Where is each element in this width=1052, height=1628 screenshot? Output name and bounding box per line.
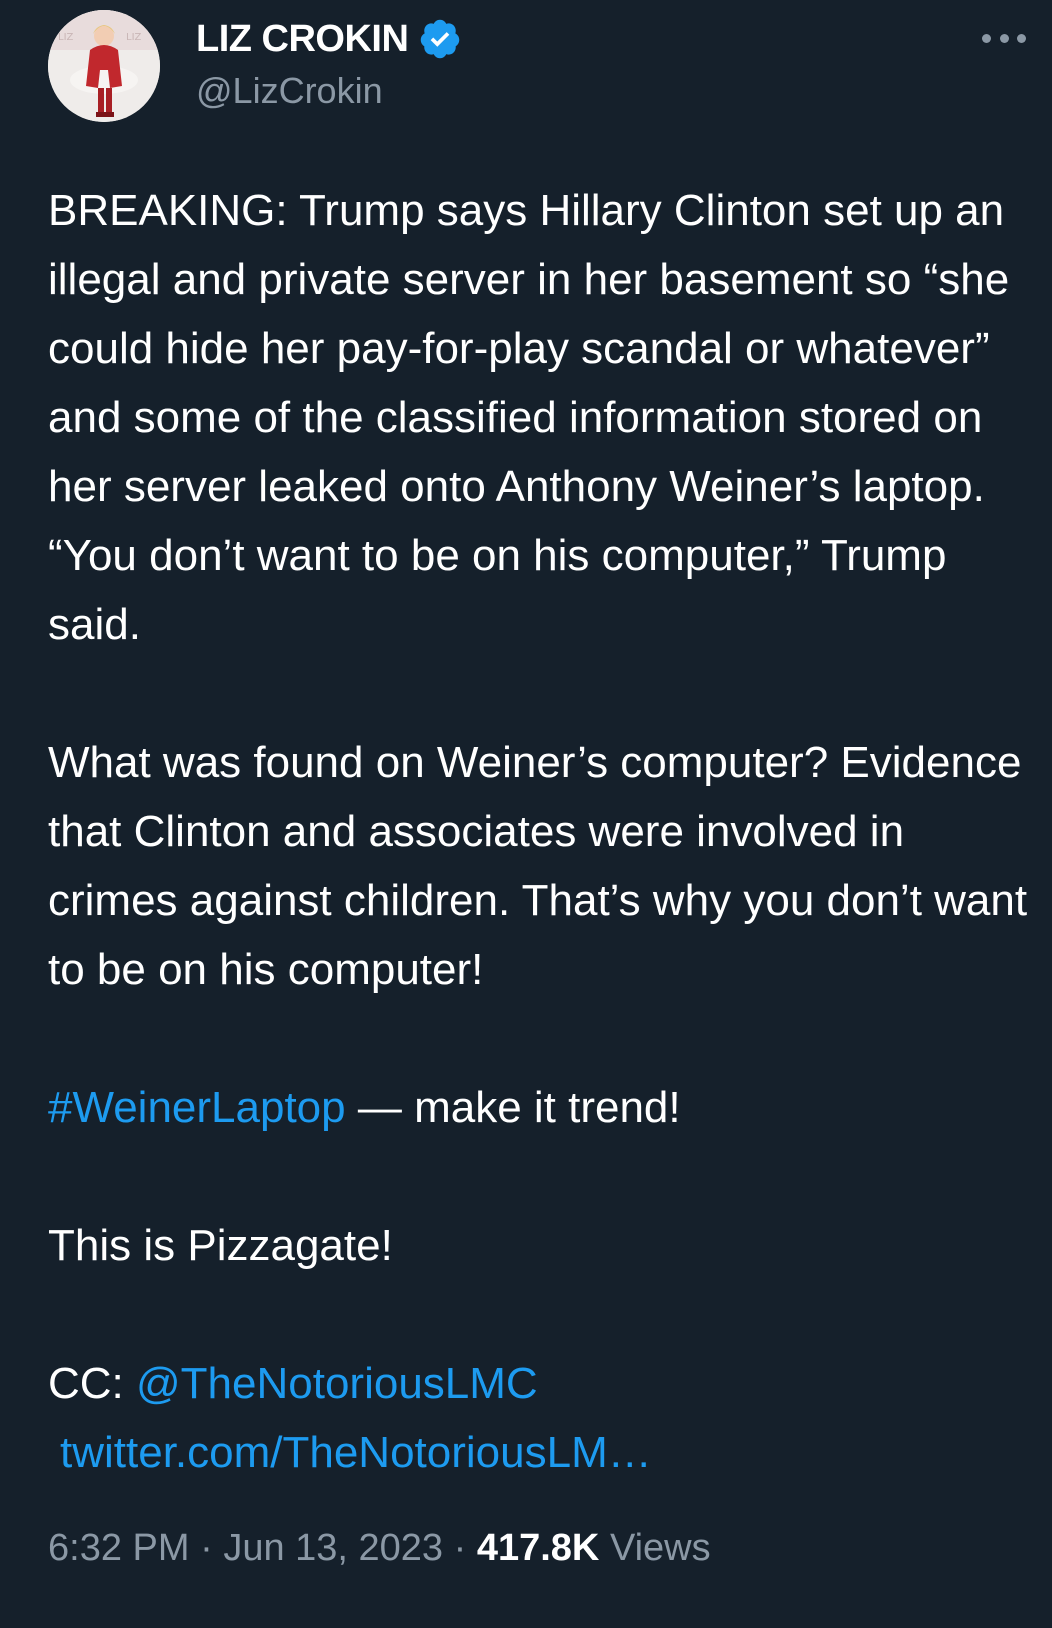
tweet-date[interactable]: Jun 13, 2023 bbox=[223, 1527, 443, 1569]
verified-badge-icon[interactable] bbox=[418, 17, 462, 61]
cc-line: CC: @TheNotoriousLMC bbox=[48, 1349, 1038, 1418]
tweet-paragraph: This is Pizzagate! bbox=[48, 1221, 393, 1270]
tweet-text: BREAKING: Trump says Hillary Clinton set… bbox=[48, 176, 1038, 1487]
hashtag-link[interactable]: #WeinerLaptop bbox=[48, 1083, 346, 1132]
svg-text:LIZ: LIZ bbox=[126, 32, 142, 43]
tweet-meta: 6:32 PM · Jun 13, 2023 · 417.8K Views bbox=[48, 1527, 711, 1570]
tweet: LIZ LIZ LIZ CROKIN @LizCrokin BREAKING: … bbox=[0, 0, 1052, 1628]
tweet-paragraph: BREAKING: Trump says Hillary Clinton set… bbox=[48, 186, 1010, 649]
tweet-time[interactable]: 6:32 PM bbox=[48, 1527, 190, 1569]
author-name-row[interactable]: LIZ CROKIN bbox=[196, 14, 462, 64]
avatar[interactable]: LIZ LIZ bbox=[48, 10, 160, 122]
views-count[interactable]: 417.8K bbox=[477, 1527, 600, 1569]
profile-photo: LIZ LIZ bbox=[48, 10, 160, 122]
tweet-paragraph: What was found on Weiner’s computer? Evi… bbox=[48, 738, 1028, 994]
views-label[interactable]: Views bbox=[599, 1527, 711, 1569]
hashtag-suffix: — make it trend! bbox=[345, 1083, 681, 1132]
mention-link[interactable]: @TheNotoriousLMC bbox=[136, 1359, 538, 1408]
cc-prefix: CC: bbox=[48, 1359, 136, 1408]
more-options-icon[interactable] bbox=[982, 20, 1026, 56]
handle[interactable]: @LizCrokin bbox=[196, 70, 383, 112]
hashtag-line: #WeinerLaptop — make it trend! bbox=[48, 1073, 1038, 1142]
svg-text:LIZ: LIZ bbox=[58, 32, 74, 43]
meta-separator: · bbox=[189, 1527, 224, 1569]
meta-separator: · bbox=[443, 1527, 477, 1569]
quoted-url-link[interactable]: twitter.com/TheNotoriousLM… bbox=[48, 1418, 1038, 1487]
display-name[interactable]: LIZ CROKIN bbox=[196, 18, 409, 61]
